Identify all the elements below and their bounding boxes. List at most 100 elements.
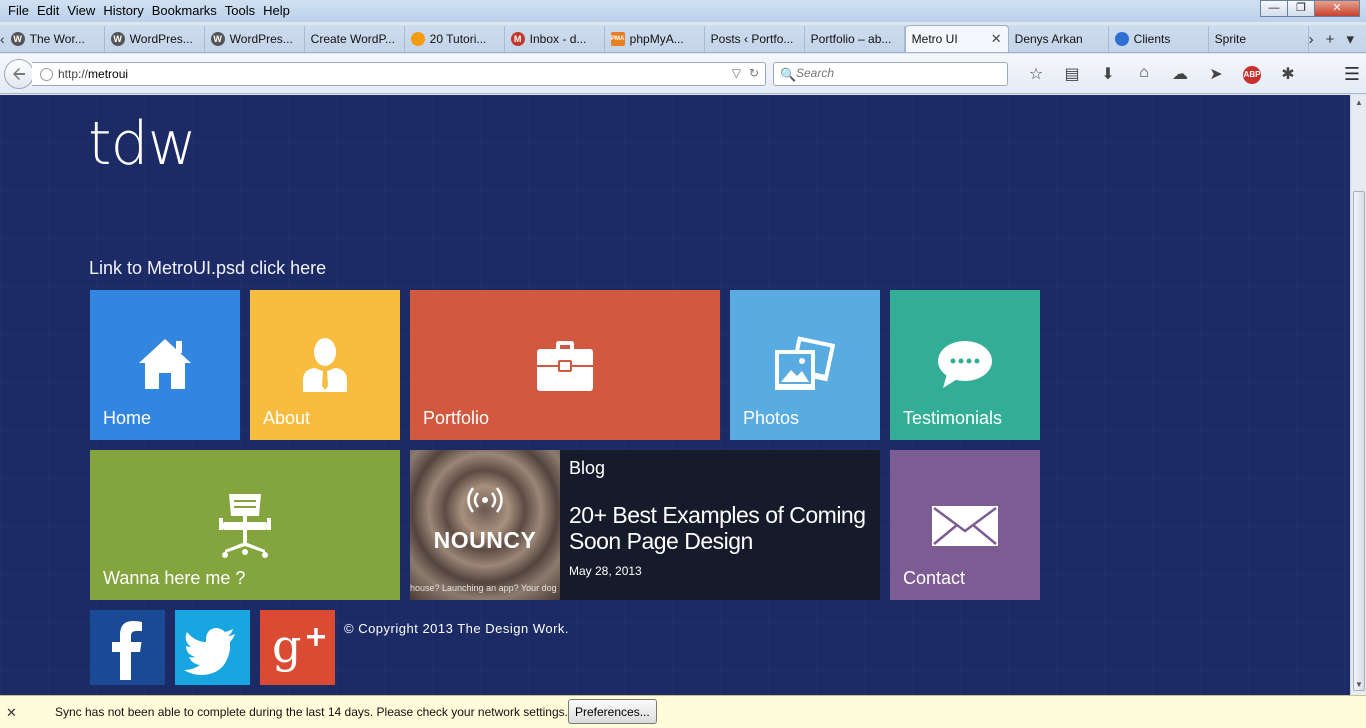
tile-photos-label: Photos xyxy=(743,408,800,428)
clients-icon xyxy=(1114,32,1129,46)
psd-download-link[interactable]: Link to MetroUI.psd click here xyxy=(89,258,326,279)
preferences-button[interactable]: Preferences... xyxy=(568,699,657,724)
site-identity-icon[interactable] xyxy=(40,68,53,81)
reload-icon[interactable]: ↻ xyxy=(749,66,759,80)
wordpress-icon: W xyxy=(110,32,125,46)
scroll-up-button[interactable]: ▲ xyxy=(1353,98,1365,110)
envelope-icon xyxy=(932,506,998,546)
tab-label: Metro UI xyxy=(911,32,958,46)
blog-category: Blog xyxy=(569,458,606,478)
menu-view[interactable]: View xyxy=(63,3,99,18)
restore-button[interactable]: ❐ xyxy=(1287,0,1315,17)
tab-5[interactable]: M Inbox - d... xyxy=(505,26,605,52)
url-host: metroui xyxy=(88,67,129,81)
menu-help[interactable]: Help xyxy=(259,3,294,18)
tab-scroll-right-button[interactable]: › xyxy=(1309,31,1314,48)
notification-close-button[interactable]: ✕ xyxy=(6,705,17,721)
tab-4[interactable]: 20 Tutori... xyxy=(405,26,505,52)
blog-thumb-brand: NOUNCY xyxy=(433,527,537,553)
site-logo[interactable]: tdw xyxy=(88,109,197,179)
search-icon: 🔍 xyxy=(780,67,797,82)
tab-label: Posts ‹ Portfo... xyxy=(710,32,794,46)
tile-photos[interactable]: Photos xyxy=(730,290,880,440)
speech-bubble-icon xyxy=(938,341,992,388)
url-bar[interactable]: http://metroui ▽ ↻ xyxy=(32,62,766,86)
notification-message: Sync has not been able to complete durin… xyxy=(55,705,568,719)
menu-bookmarks[interactable]: Bookmarks xyxy=(148,3,221,18)
home-icon xyxy=(139,339,191,389)
adblock-plus-icon[interactable]: ABP xyxy=(1234,64,1270,84)
sync-icon[interactable]: ☁ xyxy=(1162,64,1198,84)
blog-thumbnail[interactable]: NOUNCY house? Launching an app? Your dog xyxy=(410,450,560,600)
tab-8[interactable]: Portfolio – ab... xyxy=(805,26,905,52)
tile-contact-label: Contact xyxy=(903,568,966,588)
addon-icon[interactable]: ✱ xyxy=(1270,64,1306,84)
url-controls: ▽ ↻ xyxy=(732,66,759,80)
tab-close-icon[interactable]: ✕ xyxy=(991,31,1002,47)
tab-0[interactable]: W The Wor... xyxy=(5,26,105,52)
window-controls: — ❐ ✕ xyxy=(1260,0,1360,17)
tab-2[interactable]: W WordPres... xyxy=(205,26,305,52)
tile-blog[interactable]: NOUNCY house? Launching an app? Your dog… xyxy=(410,450,880,600)
blog-thumb-tagline: house? Launching an app? Your dog xyxy=(410,583,557,593)
tab-7[interactable]: Posts ‹ Portfo... xyxy=(705,26,805,52)
phpmyadmin-icon: PMA xyxy=(610,32,625,46)
tab-9[interactable]: Metro UI ✕ xyxy=(904,25,1009,52)
reading-list-icon[interactable]: ▤ xyxy=(1054,64,1090,84)
url-text[interactable]: http://metroui xyxy=(58,67,128,81)
scroll-down-button[interactable]: ▼ xyxy=(1353,680,1365,692)
hamburger-menu-icon[interactable]: ☰ xyxy=(1344,64,1360,85)
new-tab-button[interactable]: + xyxy=(1326,31,1335,48)
tab-12[interactable]: Sprite xyxy=(1209,26,1309,52)
tab-label: Create WordP... xyxy=(310,32,395,46)
minimize-button[interactable]: — xyxy=(1260,0,1288,17)
menu-tools[interactable]: Tools xyxy=(221,3,259,18)
svg-text:g: g xyxy=(272,619,301,673)
page-scrollbar[interactable]: ▲ ▼ xyxy=(1350,95,1366,695)
tab-label: Sprite xyxy=(1214,32,1247,46)
menu-history[interactable]: History xyxy=(99,3,147,18)
google-plus-button[interactable]: g xyxy=(260,610,335,685)
sync-notification-bar: ✕ Sync has not been able to complete dur… xyxy=(0,695,1366,728)
tile-wanna-hire-me[interactable]: Wanna here me ? xyxy=(90,450,400,600)
tab-label: WordPres... xyxy=(129,32,193,46)
tab-label: 20 Tutori... xyxy=(429,32,487,46)
twitter-button[interactable] xyxy=(175,610,250,685)
share-icon[interactable]: ➤ xyxy=(1198,64,1234,84)
search-box[interactable]: 🔍 xyxy=(773,62,1008,86)
tab-11[interactable]: Clients xyxy=(1109,26,1209,52)
bookmark-star-icon[interactable]: ☆ xyxy=(1018,64,1054,84)
tile-contact[interactable]: Contact xyxy=(890,450,1040,600)
home-icon[interactable]: ⌂ xyxy=(1126,64,1162,84)
tab-6[interactable]: PMA phpMyA... xyxy=(605,26,705,52)
tile-about-label: About xyxy=(263,408,311,428)
tab-label: Clients xyxy=(1133,32,1171,46)
tab-label: Inbox - d... xyxy=(529,32,587,46)
scroll-thumb[interactable] xyxy=(1353,191,1365,691)
close-window-button[interactable]: ✕ xyxy=(1314,0,1360,17)
tab-list-button[interactable]: ▾ xyxy=(1346,30,1354,48)
tab-label: Denys Arkan xyxy=(1014,32,1083,46)
back-button[interactable] xyxy=(4,59,34,89)
menu-edit[interactable]: Edit xyxy=(33,3,63,18)
tab-3[interactable]: Create WordP... xyxy=(305,26,405,52)
briefcase-icon xyxy=(537,341,593,391)
tile-home[interactable]: Home xyxy=(90,290,240,440)
facebook-button[interactable] xyxy=(90,610,165,685)
twitter-icon xyxy=(184,628,235,675)
tutorial-icon xyxy=(410,32,425,46)
url-dropdown-icon[interactable]: ▽ xyxy=(732,66,741,80)
tab-10[interactable]: Denys Arkan xyxy=(1009,26,1109,52)
search-input[interactable] xyxy=(796,66,996,80)
photos-icon xyxy=(775,336,835,390)
download-icon[interactable]: ⬇ xyxy=(1090,64,1126,84)
tab-1[interactable]: W WordPres... xyxy=(105,26,205,52)
tile-about[interactable]: About xyxy=(250,290,400,440)
gmail-icon: M xyxy=(510,32,525,46)
facebook-icon xyxy=(112,621,142,680)
tile-portfolio[interactable]: Portfolio xyxy=(410,290,720,440)
user-icon xyxy=(303,338,347,392)
menu-file[interactable]: File xyxy=(4,3,33,18)
tile-testimonials[interactable]: Testimonials xyxy=(890,290,1040,440)
blog-post-title[interactable]: 20+ Best Examples of Coming Soon Page De… xyxy=(569,502,869,554)
